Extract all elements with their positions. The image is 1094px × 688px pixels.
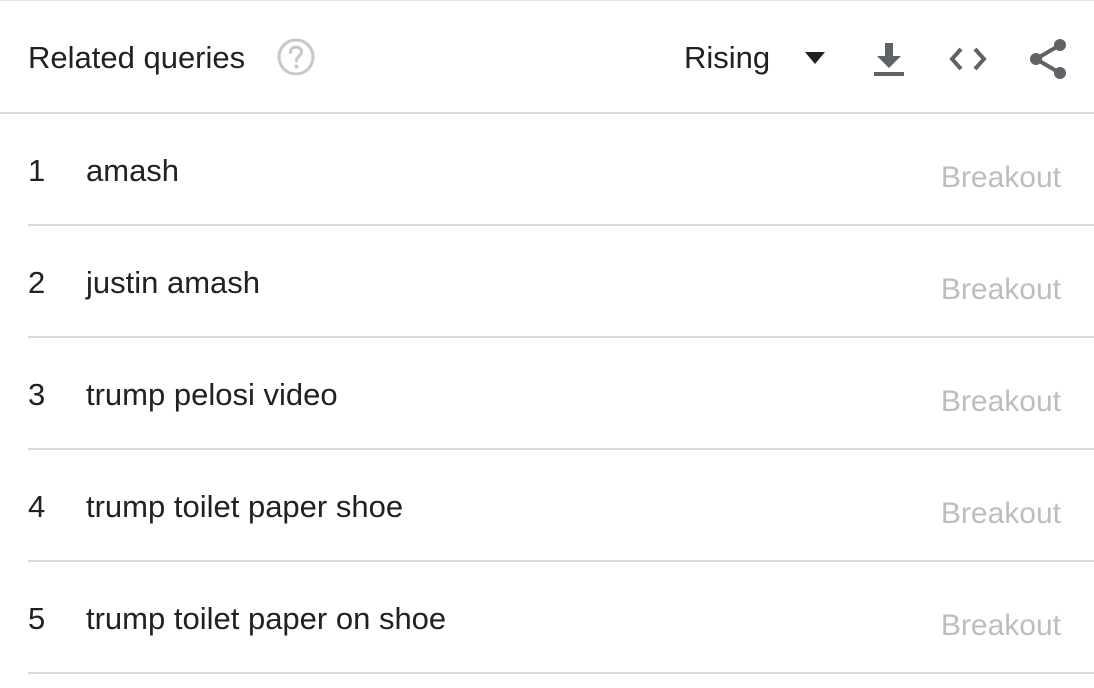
query-link[interactable]: trump toilet paper on shoe — [86, 600, 446, 638]
caret-down-icon — [804, 51, 826, 65]
list-item[interactable]: 1 amash Breakout — [28, 114, 1094, 226]
query-link[interactable]: justin amash — [86, 264, 260, 302]
rising-top-dropdown[interactable]: Rising — [684, 39, 834, 79]
rank-number: 1 — [28, 153, 46, 188]
query-value: Breakout — [940, 273, 1061, 306]
rank-number: 5 — [28, 601, 46, 636]
query-link[interactable]: trump pelosi video — [86, 376, 338, 414]
query-value: Breakout — [940, 161, 1061, 194]
share-icon[interactable] — [1026, 37, 1070, 81]
query-link[interactable]: amash — [86, 152, 179, 190]
card-title: Related queries — [28, 40, 246, 75]
rank-number: 4 — [28, 489, 46, 524]
list-item[interactable]: 3 trump pelosi video Breakout — [28, 338, 1094, 450]
download-icon[interactable] — [866, 37, 910, 81]
dropdown-selected-value: Rising — [684, 40, 771, 75]
queries-list: 1 amash Breakout 2 justin amash Breakout… — [0, 114, 1094, 674]
query-value: Breakout — [940, 497, 1061, 530]
query-value: Breakout — [940, 385, 1061, 418]
card-header: Related queries Rising — [0, 1, 1094, 114]
query-link[interactable]: trump toilet paper shoe — [86, 488, 403, 526]
list-item[interactable]: 4 trump toilet paper shoe Breakout — [28, 450, 1094, 562]
rank-number: 3 — [28, 377, 46, 412]
related-queries-card: Related queries Rising 1 amash Breakout … — [0, 0, 1094, 688]
list-item[interactable]: 5 trump toilet paper on shoe Breakout — [28, 562, 1094, 674]
code-embed-icon[interactable] — [946, 37, 990, 81]
list-item[interactable]: 2 justin amash Breakout — [28, 226, 1094, 338]
rank-number: 2 — [28, 265, 46, 300]
query-value: Breakout — [940, 609, 1061, 642]
help-circle-icon[interactable] — [276, 37, 316, 77]
